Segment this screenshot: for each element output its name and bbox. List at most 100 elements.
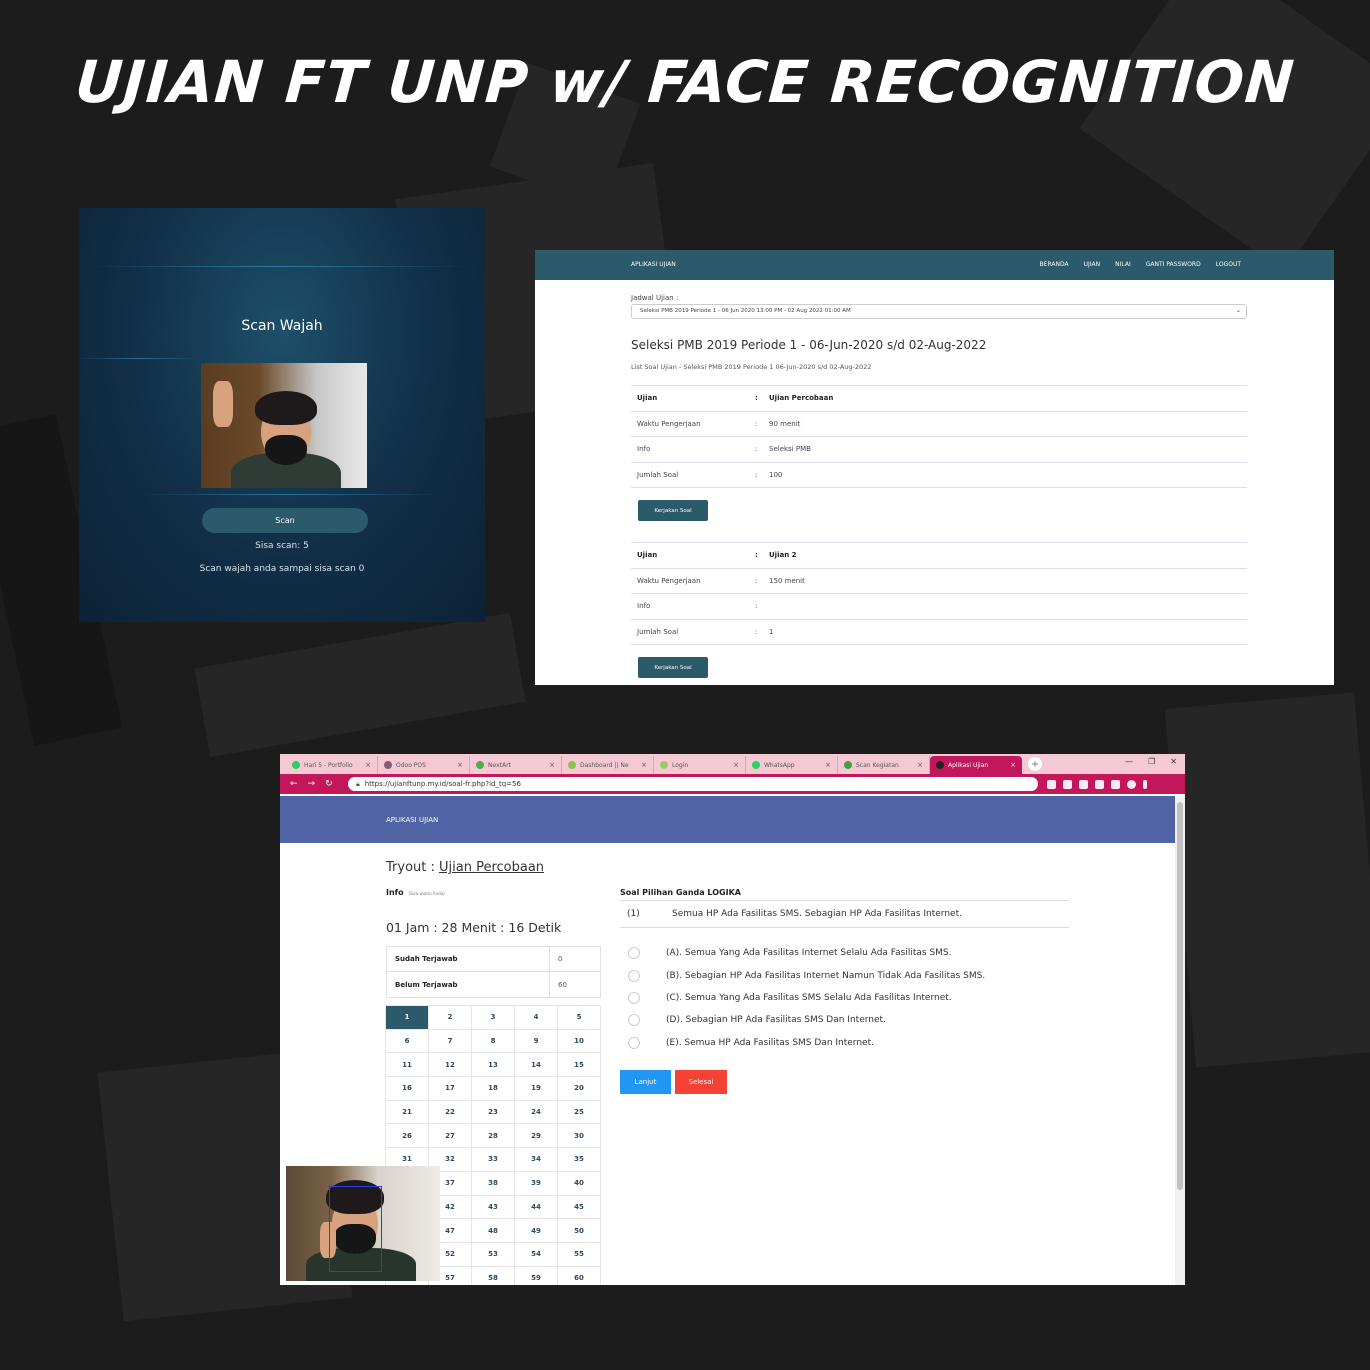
browser-tab[interactable]: WhatsApp × <box>746 756 838 774</box>
question-number-cell[interactable]: 40 <box>557 1170 601 1196</box>
close-icon[interactable]: × <box>825 761 831 769</box>
answer-option[interactable]: (D). Sebagian HP Ada Fasilitas SMS Dan I… <box>628 1009 985 1031</box>
browser-tab[interactable]: Hari 5 - Portfolio × <box>286 756 378 774</box>
question-number-cell[interactable]: 44 <box>514 1194 558 1220</box>
browser-tab[interactable]: NextArt × <box>470 756 562 774</box>
camera-icon[interactable] <box>1047 779 1056 789</box>
question-number-cell[interactable]: 30 <box>557 1123 601 1149</box>
nav-item-logout[interactable]: LOGOUT <box>1216 261 1241 268</box>
close-icon[interactable]: × <box>917 761 923 769</box>
question-number-cell[interactable]: 59 <box>514 1265 558 1285</box>
question-number-cell[interactable]: 10 <box>557 1028 601 1054</box>
question-number-cell[interactable]: 25 <box>557 1099 601 1125</box>
question-number-cell[interactable]: 45 <box>557 1194 601 1220</box>
radio-button[interactable] <box>628 1014 640 1027</box>
question-number-cell[interactable]: 29 <box>514 1123 558 1149</box>
radio-button[interactable] <box>628 969 640 982</box>
minimize-icon[interactable]: — <box>1125 757 1133 766</box>
question-number-cell[interactable]: 27 <box>428 1123 472 1149</box>
question-number-cell[interactable]: 5 <box>557 1005 601 1030</box>
nav-item-ujian[interactable]: UJIAN <box>1084 261 1101 268</box>
forward-icon[interactable]: → <box>308 779 316 789</box>
question-number-cell[interactable]: 12 <box>428 1052 472 1078</box>
question-number-cell[interactable]: 38 <box>471 1170 515 1196</box>
question-number-cell[interactable]: 19 <box>514 1076 558 1101</box>
question-number-cell[interactable]: 20 <box>557 1076 601 1101</box>
reload-icon[interactable]: ↻ <box>325 779 333 789</box>
question-number-cell[interactable]: 18 <box>471 1076 515 1101</box>
url-field[interactable]: 🔒︎ https://ujianftunp.my.id/soal-fr.php?… <box>348 777 1038 791</box>
question-number-cell[interactable]: 34 <box>514 1147 558 1172</box>
next-button[interactable]: Lanjut <box>620 1070 671 1094</box>
radio-button[interactable] <box>628 947 640 960</box>
close-icon[interactable]: × <box>549 761 555 769</box>
question-number-cell[interactable]: 6 <box>385 1028 429 1054</box>
back-icon[interactable]: ← <box>290 779 298 789</box>
app-brand[interactable]: APLIKASI UJIAN <box>386 816 438 824</box>
question-number-cell[interactable]: 50 <box>557 1218 601 1243</box>
app-brand[interactable]: APLIKASI UJIAN <box>631 261 676 268</box>
question-number-cell[interactable]: 8 <box>471 1028 515 1054</box>
question-number-cell[interactable]: 9 <box>514 1028 558 1054</box>
question-number-cell[interactable]: 26 <box>385 1123 429 1149</box>
profile-avatar[interactable] <box>1127 779 1136 789</box>
question-number-cell[interactable]: 23 <box>471 1099 515 1125</box>
close-icon[interactable]: × <box>733 761 739 769</box>
question-number-cell[interactable]: 54 <box>514 1241 558 1267</box>
question-number-cell[interactable]: 49 <box>514 1218 558 1243</box>
scan-button[interactable]: Scan <box>202 508 368 533</box>
question-number-cell[interactable]: 39 <box>514 1170 558 1196</box>
radio-button[interactable] <box>628 991 640 1004</box>
question-number-cell[interactable]: 35 <box>557 1147 601 1172</box>
schedule-select[interactable]: Seleksi PMB 2019 Periode 1 - 06 Jun 2020… <box>631 304 1247 319</box>
start-exam-button[interactable]: Kerjakan Soal <box>638 657 708 678</box>
close-icon[interactable]: × <box>365 761 371 769</box>
question-number-cell[interactable]: 33 <box>471 1147 515 1172</box>
puzzle-icon[interactable] <box>1111 779 1120 789</box>
browser-tab-active[interactable]: Aplikasi Ujian × <box>930 756 1022 774</box>
question-number-cell[interactable]: 14 <box>514 1052 558 1078</box>
nav-item-nilai[interactable]: NILAI <box>1115 261 1131 268</box>
scrollbar[interactable] <box>1175 796 1185 1285</box>
kebab-menu-icon[interactable] <box>1143 779 1147 789</box>
question-number-cell[interactable]: 58 <box>471 1265 515 1285</box>
browser-tab[interactable]: Scan Kegiatan × <box>838 756 930 774</box>
question-number-cell[interactable]: 13 <box>471 1052 515 1078</box>
question-number-cell[interactable]: 55 <box>557 1241 601 1267</box>
question-number-cell[interactable]: 4 <box>514 1005 558 1030</box>
close-window-icon[interactable]: ✕ <box>1170 757 1177 766</box>
answer-option[interactable]: (B). Sebagian HP Ada Fasilitas Internet … <box>628 964 985 986</box>
question-number-cell[interactable]: 15 <box>557 1052 601 1078</box>
question-number-cell[interactable]: 16 <box>385 1076 429 1101</box>
nav-item-ganti-password[interactable]: GANTI PASSWORD <box>1146 261 1201 268</box>
new-tab-button[interactable]: + <box>1028 757 1042 771</box>
question-number-cell[interactable]: 11 <box>385 1052 429 1078</box>
extension-icon[interactable] <box>1079 779 1088 789</box>
question-number-cell[interactable]: 28 <box>471 1123 515 1149</box>
nav-item-beranda[interactable]: BERANDA <box>1040 261 1069 268</box>
start-exam-button[interactable]: Kerjakan Soal <box>638 500 708 521</box>
browser-tab[interactable]: Dashboard || Ne × <box>562 756 654 774</box>
answer-option[interactable]: (E). Semua HP Ada Fasilitas SMS Dan Inte… <box>628 1032 985 1054</box>
finish-button[interactable]: Selesai <box>675 1070 727 1094</box>
question-number-cell[interactable]: 17 <box>428 1076 472 1101</box>
browser-tab[interactable]: Odoo POS × <box>378 756 470 774</box>
answer-option[interactable]: (C). Semua Yang Ada Fasilitas SMS Selalu… <box>628 987 985 1009</box>
extension-icon[interactable] <box>1095 779 1104 789</box>
question-number-cell[interactable]: 53 <box>471 1241 515 1267</box>
close-icon[interactable]: × <box>1010 761 1016 769</box>
radio-button[interactable] <box>628 1036 640 1049</box>
question-number-cell[interactable]: 22 <box>428 1099 472 1125</box>
adblock-icon[interactable] <box>1063 779 1072 789</box>
question-number-cell[interactable]: 24 <box>514 1099 558 1125</box>
question-number-cell[interactable]: 7 <box>428 1028 472 1054</box>
browser-tab[interactable]: Login × <box>654 756 746 774</box>
maximize-icon[interactable]: ❐ <box>1148 757 1155 766</box>
answer-option[interactable]: (A). Semua Yang Ada Fasilitas Internet S… <box>628 942 985 964</box>
close-icon[interactable]: × <box>457 761 463 769</box>
question-number-cell[interactable]: 60 <box>557 1265 601 1285</box>
question-number-cell[interactable]: 48 <box>471 1218 515 1243</box>
question-number-cell[interactable]: 3 <box>471 1005 515 1030</box>
question-number-cell[interactable]: 2 <box>428 1005 472 1030</box>
question-number-cell[interactable]: 43 <box>471 1194 515 1220</box>
